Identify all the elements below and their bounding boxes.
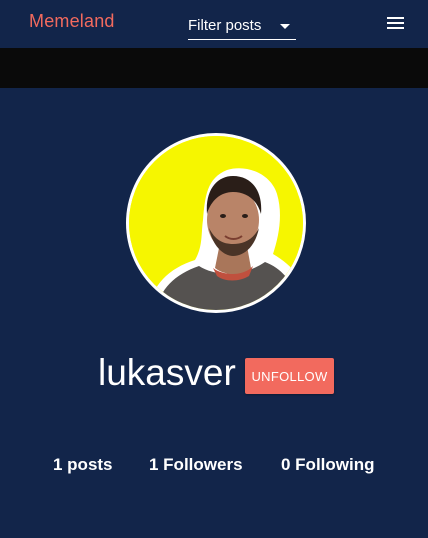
header-band [0, 48, 428, 88]
followers-count[interactable]: 1 Followers [149, 455, 243, 475]
posts-count[interactable]: 1 posts [53, 455, 113, 475]
following-count[interactable]: 0 Following [281, 455, 375, 475]
caret-down-icon [280, 24, 290, 29]
profile-photo [129, 136, 303, 310]
filter-posts-select[interactable]: Filter posts [188, 14, 296, 40]
brand-logo[interactable]: Memeland [29, 11, 115, 32]
unfollow-button[interactable]: UNFOLLOW [245, 358, 334, 394]
profile-username: lukasver [98, 352, 236, 393]
filter-posts-label: Filter posts [188, 17, 262, 34]
hamburger-menu-icon[interactable] [386, 14, 406, 32]
profile-avatar [126, 133, 306, 313]
top-navbar: Memeland Filter posts [0, 0, 428, 48]
